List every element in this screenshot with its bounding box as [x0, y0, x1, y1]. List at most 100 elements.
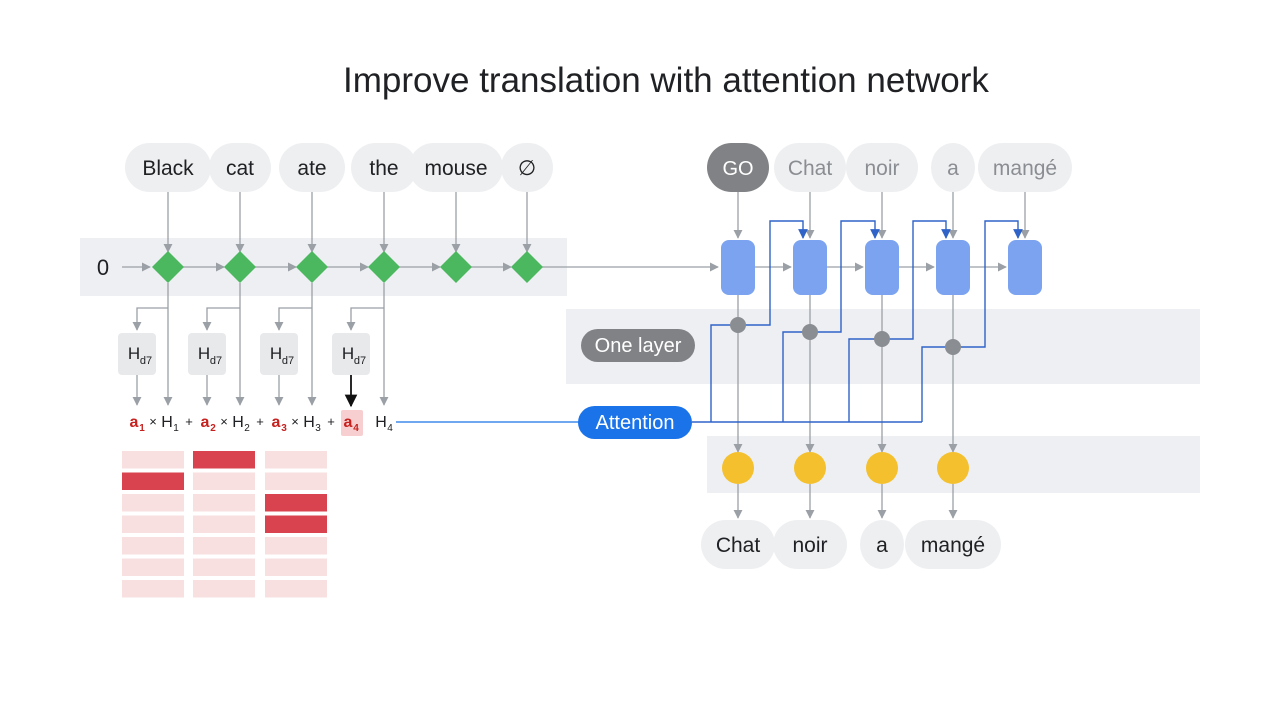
matrix-cell — [265, 558, 327, 576]
matrix-cell — [193, 515, 255, 533]
hidden-label: H — [198, 344, 210, 363]
layer-junction-dot — [945, 339, 961, 355]
token-label: mouse — [424, 157, 487, 180]
token-label: Chat — [788, 157, 833, 180]
token-label: ∅ — [518, 157, 536, 180]
state-subscript: 2 — [244, 423, 250, 434]
weight-subscript: 2 — [210, 423, 216, 434]
layer-junction-dot — [874, 331, 890, 347]
decoder-input-token: mangé — [978, 143, 1072, 192]
equation-term: a 2 × H 2 + — [201, 414, 264, 434]
hidden-branch-arrow — [132, 307, 168, 331]
matrix-cell-active — [193, 451, 255, 469]
state-subscript: 4 — [387, 423, 393, 434]
matrix-cell — [122, 537, 184, 555]
matrix-cell — [193, 580, 255, 598]
hidden-label-sub: d7 — [140, 355, 152, 367]
plus-op: + — [327, 414, 335, 429]
decoder-cell — [721, 240, 755, 295]
token-label: the — [369, 157, 398, 180]
layer-junction-dot — [802, 324, 818, 340]
equation-term: a4H4 — [341, 410, 393, 436]
multiply-op: × — [291, 414, 299, 429]
output-node — [866, 452, 898, 484]
encoder-input-token: cat — [209, 143, 271, 192]
state-label: H — [232, 414, 244, 431]
matrix-cell — [265, 580, 327, 598]
output-node — [937, 452, 969, 484]
weighted-sum-equation: a 1 × H 1 + a 2 × H 2 + a 3 × H 3 + a 4 H 4 — [130, 410, 393, 436]
equation-term: a 1 × H 1 + — [130, 414, 193, 434]
plus-op: + — [256, 414, 264, 429]
hidden-label-sub: d7 — [282, 355, 294, 367]
matrix-cell — [193, 537, 255, 555]
output-token: noir — [773, 520, 847, 569]
matrix-cell — [265, 451, 327, 469]
output-node — [794, 452, 826, 484]
layer-junction-dot — [730, 317, 746, 333]
weight-label: a — [344, 414, 353, 431]
token-label: noir — [864, 157, 899, 180]
token-label: GO — [722, 158, 753, 180]
state-subscript: 3 — [315, 423, 321, 434]
one-layer-badge: One layer — [581, 329, 695, 362]
token-label: noir — [792, 534, 827, 557]
token-label: cat — [226, 157, 254, 180]
token-label: mangé — [993, 157, 1057, 180]
weight-label: a — [201, 414, 210, 431]
weight-subscript: 4 — [353, 423, 359, 434]
token-label: a — [947, 157, 959, 180]
encoder-input-token: Black — [125, 143, 211, 192]
state-label: H — [303, 414, 315, 431]
one-layer-label: One layer — [595, 335, 682, 357]
token-label: Chat — [716, 534, 761, 557]
weight-label: a — [130, 414, 139, 431]
matrix-cell — [193, 494, 255, 512]
encoder-input-token: mouse — [409, 143, 503, 192]
slide-title: Improve translation with attention netwo… — [343, 61, 989, 100]
attention-diagram: Improve translation with attention netwo… — [80, 61, 1200, 598]
hidden-state-box: Hd7 — [260, 333, 298, 375]
attention-badge: Attention — [578, 406, 692, 439]
matrix-cell-active — [265, 515, 327, 533]
decoder-input-token: a — [931, 143, 975, 192]
state-label: H — [375, 414, 387, 431]
token-label: ate — [297, 157, 326, 180]
matrix-cell — [193, 472, 255, 490]
hidden-label: H — [128, 344, 140, 363]
decoder-input-token: noir — [846, 143, 918, 192]
equation-term: a 3 × H 3 + — [272, 414, 335, 434]
hidden-state-boxes: Hd7 Hd7 Hd7 Hd7 — [118, 333, 370, 408]
initial-state-label: 0 — [97, 255, 109, 280]
hidden-branch-arrow — [346, 307, 384, 331]
matrix-cell-active — [265, 494, 327, 512]
decoder-cell — [865, 240, 899, 295]
hidden-label: H — [270, 344, 282, 363]
hidden-label-sub: d7 — [354, 355, 366, 367]
matrix-cell — [265, 472, 327, 490]
matrix-cell — [122, 558, 184, 576]
token-label: mangé — [921, 534, 985, 557]
hidden-branch-arrow — [274, 307, 312, 331]
encoder-input-token: the — [351, 143, 417, 192]
token-label: a — [876, 534, 888, 557]
token-label: Black — [142, 157, 194, 180]
hidden-label: H — [342, 344, 354, 363]
weight-label: a — [272, 414, 281, 431]
matrix-cell-active — [122, 472, 184, 490]
output-node — [722, 452, 754, 484]
output-token: mangé — [905, 520, 1001, 569]
output-token: Chat — [701, 520, 775, 569]
matrix-cell — [265, 537, 327, 555]
weight-subscript: 1 — [139, 423, 145, 434]
decoder-input-token: Chat — [774, 143, 846, 192]
attention-label: Attention — [596, 412, 675, 434]
decoder-cell — [1008, 240, 1042, 295]
matrix-cell — [122, 580, 184, 598]
multiply-op: × — [220, 414, 228, 429]
weight-subscript: 3 — [281, 423, 287, 434]
decoder-input-token: GO — [707, 143, 769, 192]
hidden-branch-arrow — [202, 307, 240, 331]
encoder-input-token: ate — [279, 143, 345, 192]
encoder-input-token: ∅ — [501, 143, 553, 192]
